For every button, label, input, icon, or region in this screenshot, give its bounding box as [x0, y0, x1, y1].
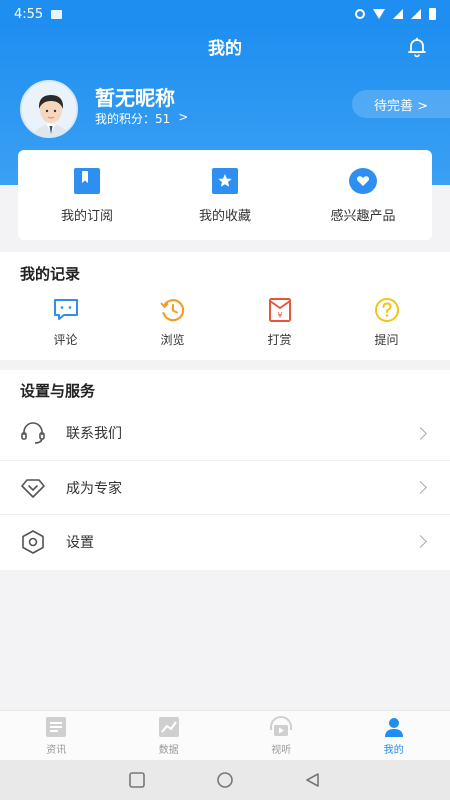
- chevron-right-icon: [414, 481, 427, 494]
- back-icon[interactable]: [304, 771, 322, 789]
- record-questions-label: 提问: [374, 333, 399, 347]
- quick-subscription-label: 我的订阅: [60, 208, 113, 224]
- record-rewards-label: 打赏: [267, 333, 292, 347]
- bell-icon[interactable]: [406, 36, 428, 58]
- become-expert-label: 成为专家: [66, 480, 122, 497]
- quick-interested-products[interactable]: 感兴趣产品: [294, 150, 432, 240]
- settings-section: 设置与服务 联系我们 成为专家 设置: [0, 370, 450, 570]
- home-icon[interactable]: [216, 771, 234, 789]
- points-label: 我的积分：: [95, 112, 156, 126]
- page-title: 我的: [208, 39, 242, 59]
- chart-icon: [158, 716, 179, 737]
- heart-icon: [349, 167, 377, 194]
- system-navigation-bar: [0, 760, 450, 800]
- status-time: 4:55: [14, 6, 44, 22]
- status-bar: 4:55: [0, 0, 450, 28]
- diamond-icon: [18, 473, 48, 503]
- quick-interested-products-label: 感兴趣产品: [330, 208, 396, 224]
- tab-video-label: 视听: [271, 744, 292, 756]
- contact-us-row[interactable]: 联系我们: [0, 406, 450, 460]
- tab-data[interactable]: 数据: [113, 711, 226, 760]
- quick-favorites-label: 我的收藏: [198, 208, 251, 224]
- wifi-icon: [373, 9, 385, 19]
- recents-icon[interactable]: [128, 771, 146, 789]
- records-title: 我的记录: [20, 265, 81, 283]
- svg-text:¥: ¥: [277, 311, 282, 320]
- record-comments-label: 评论: [53, 333, 78, 347]
- tab-video[interactable]: 视听: [225, 711, 338, 760]
- bottom-tab-bar: 资讯 数据 视听 我的: [0, 710, 450, 760]
- chevron-right-icon: [414, 535, 427, 548]
- record-history-label: 浏览: [160, 333, 185, 347]
- become-expert-row[interactable]: 成为专家: [0, 460, 450, 514]
- points-arrow: >: [178, 110, 189, 124]
- record-history[interactable]: 浏览: [119, 297, 226, 348]
- news-icon: [46, 716, 67, 737]
- quick-actions-card: 我的订阅 我的收藏 感兴趣产品: [18, 150, 432, 240]
- settings-row[interactable]: 设置: [0, 514, 450, 568]
- settings-label: 设置: [66, 534, 94, 551]
- bookmark-icon: [74, 167, 100, 194]
- signal-2-icon: [411, 9, 421, 19]
- record-comments[interactable]: 评论: [12, 297, 119, 348]
- tab-me[interactable]: 我的: [338, 711, 450, 760]
- tab-data-label: 数据: [158, 744, 179, 756]
- records-section: 我的记录 评论 浏览 ¥ 打赏 提问: [0, 252, 450, 360]
- video-icon: [270, 715, 293, 736]
- question-icon: [374, 298, 399, 322]
- quick-favorites[interactable]: 我的收藏: [156, 150, 294, 240]
- avatar[interactable]: [20, 80, 78, 138]
- battery-icon: [429, 8, 436, 20]
- star-icon: [212, 167, 238, 194]
- complete-profile-button[interactable]: 待完善 >: [352, 90, 450, 118]
- hexagon-settings-icon: [18, 527, 48, 557]
- contact-us-label: 联系我们: [66, 426, 122, 442]
- record-rewards[interactable]: ¥ 打赏: [226, 297, 333, 348]
- points-value: 51: [155, 112, 171, 126]
- chevron-right-icon: [414, 426, 427, 440]
- headset-icon: [18, 418, 48, 448]
- quick-subscription[interactable]: 我的订阅: [18, 150, 156, 240]
- settings-title: 设置与服务: [20, 382, 96, 400]
- history-icon: [159, 299, 184, 322]
- comment-icon: [53, 299, 78, 320]
- reward-icon: ¥: [268, 298, 291, 322]
- nickname[interactable]: 暂无昵称: [95, 82, 175, 111]
- user-icon: [384, 717, 403, 737]
- points-link[interactable]: 我的积分：51 >: [95, 110, 188, 127]
- tab-news-label: 资讯: [46, 744, 67, 756]
- signal-icon: [393, 9, 403, 19]
- mute-icon: [355, 9, 365, 19]
- tab-me-label: 我的: [383, 744, 404, 756]
- gallery-notification-icon: [51, 9, 63, 19]
- record-questions[interactable]: 提问: [333, 297, 440, 348]
- tab-news[interactable]: 资讯: [0, 711, 113, 760]
